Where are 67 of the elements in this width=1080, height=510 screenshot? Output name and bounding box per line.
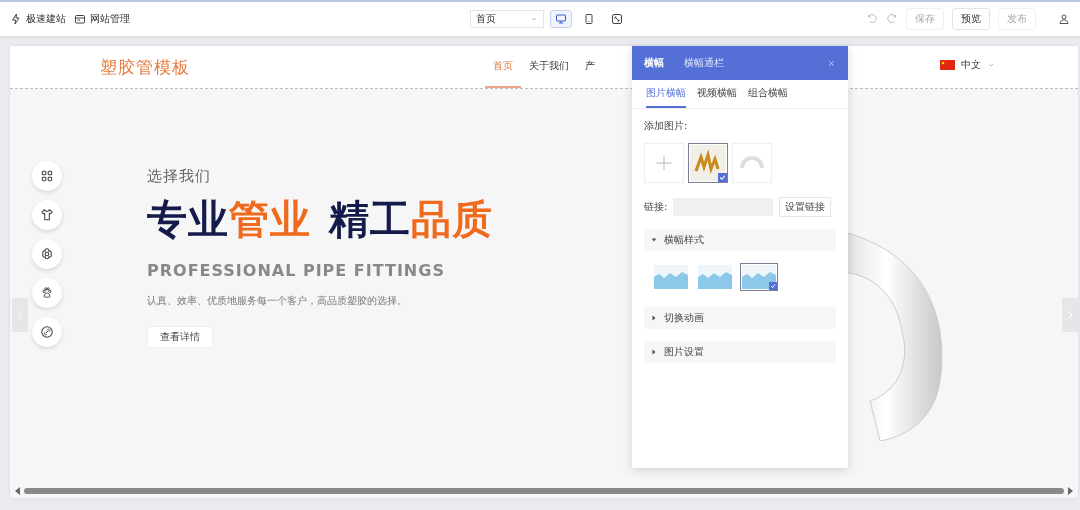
field-label: 添加图片:: [644, 119, 689, 133]
undo-icon: [866, 13, 878, 25]
section-header[interactable]: 切换动画: [644, 307, 836, 329]
headline-word: 精工: [329, 195, 411, 244]
nav-link[interactable]: 产: [577, 46, 603, 88]
banner-style-option[interactable]: [696, 263, 734, 291]
check-icon: [718, 173, 727, 182]
hero-eyebrow: 选择我们: [147, 167, 211, 186]
check-icon: [769, 282, 777, 290]
window-icon: [74, 13, 86, 25]
desktop-icon: [555, 13, 567, 25]
side-tool-button[interactable]: [32, 161, 62, 191]
image-thumbnail[interactable]: [688, 143, 728, 183]
tablet-icon: [583, 13, 595, 25]
side-tool-button[interactable]: [32, 317, 62, 347]
scroll-right-icon: [1068, 487, 1074, 495]
set-link-button[interactable]: 设置链接: [779, 197, 832, 217]
banner-style-drawing: [654, 265, 688, 289]
paw-icon: [40, 286, 54, 300]
banner-type-tab[interactable]: 图片横幅: [646, 80, 686, 108]
side-tool-button[interactable]: [32, 200, 62, 230]
banner-type-tab[interactable]: 视频横幅: [697, 80, 737, 108]
details-button[interactable]: 查看详情: [147, 326, 213, 348]
side-tool-button[interactable]: [32, 278, 62, 308]
banner-style-drawing: [698, 265, 732, 289]
language-select[interactable]: 中文: [940, 58, 995, 72]
horizontal-scrollbar[interactable]: [14, 486, 1074, 496]
redo-icon: [886, 13, 898, 25]
close-button[interactable]: [827, 58, 836, 68]
banner-style-drawing: [742, 265, 776, 289]
panel-tab[interactable]: 横幅通栏: [684, 56, 724, 70]
headline-word: 管业: [229, 195, 311, 244]
plus-icon: [654, 153, 674, 173]
image-thumbnail-drawing: [690, 145, 726, 181]
banner-style-option[interactable]: [740, 263, 778, 291]
toolbar-link[interactable]: 网站管理: [74, 12, 130, 26]
link-icon: [40, 325, 54, 339]
hero-subtitle: PROFESSIONAL PIPE FITTINGS: [147, 261, 445, 280]
field-label: 链接:: [644, 200, 668, 214]
shirt-icon: [40, 208, 54, 222]
section-header[interactable]: 图片设置: [644, 341, 836, 363]
page-select[interactable]: 首页: [470, 10, 544, 28]
close-icon: [827, 58, 836, 68]
faded-image-drawing: [740, 156, 764, 170]
side-tool-button[interactable]: [32, 239, 62, 269]
headline-word: 品质: [411, 195, 493, 244]
caret-icon: [650, 236, 658, 244]
toolbar-link[interactable]: 极速建站: [10, 12, 66, 26]
section-header[interactable]: 横幅样式: [644, 229, 836, 251]
user-icon: [1058, 13, 1070, 25]
banner-style-option[interactable]: [652, 263, 690, 291]
flag-icon: [940, 60, 955, 70]
caret-icon: [987, 61, 995, 69]
caret-icon: [650, 348, 658, 356]
caret-icon: [650, 314, 658, 322]
hero-description: 认真、效率、优质地服务每一个客户，高品质塑胶的选择。: [147, 294, 407, 308]
headline-word: 专业: [147, 195, 229, 244]
lightning-icon: [10, 13, 22, 25]
gear-icon: [40, 247, 54, 261]
nav-link[interactable]: 关于我们: [521, 46, 577, 88]
resize-icon: [611, 13, 623, 25]
banner-type-tab[interactable]: 组合横幅: [748, 80, 788, 108]
panel-tab[interactable]: 横幅: [644, 56, 664, 70]
caret-icon: [530, 15, 538, 23]
scroll-left-icon: [14, 487, 20, 495]
grid-icon: [40, 169, 54, 183]
toolbar-button[interactable]: 预览: [952, 8, 990, 30]
